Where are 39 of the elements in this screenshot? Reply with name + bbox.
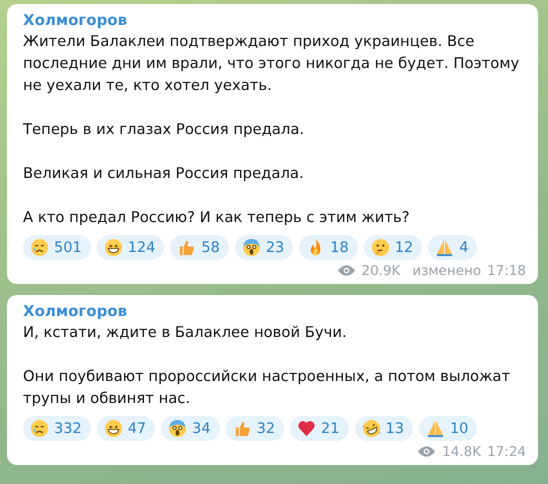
thumbs-up-icon [177, 238, 196, 257]
message-text: Великая и сильная Россия предала. [23, 164, 305, 184]
reaction-button[interactable]: 10 [418, 416, 478, 441]
crying-face-icon [30, 238, 49, 257]
message-text: Жители Балаклеи подтверждают приход украинцев. Все последние дни им врали, что этого никогда не будет. Поэтому не уехали те, кто хотел уехать. [23, 32, 520, 96]
message-text: А кто предал Россию? И как теперь с этим жить? [23, 208, 411, 228]
reaction-button[interactable]: 4 [428, 235, 478, 260]
screaming-face-icon [242, 238, 261, 257]
message-text: И, кстати, ждите в Балаклее новой Бучи. [23, 323, 348, 343]
reaction-button[interactable]: 58 [170, 235, 229, 260]
eye-icon [417, 445, 436, 458]
reaction-button[interactable]: 12 [364, 235, 422, 260]
heart-icon [297, 419, 316, 438]
view-count: 20.9K [362, 262, 400, 278]
thinking-face-icon [370, 238, 390, 257]
edited-label: изменено [412, 262, 482, 278]
grinning-face-icon [104, 419, 123, 438]
reaction-button[interactable]: 332 [23, 416, 91, 441]
message-time: 17:18 [487, 262, 526, 278]
crying-face-icon [30, 419, 49, 438]
author-name[interactable]: Холмогоров [23, 300, 526, 322]
reaction-button[interactable]: 47 [96, 416, 156, 441]
eye-icon [336, 264, 356, 277]
grinning-face-icon [104, 238, 123, 257]
reaction-button[interactable]: 23 [234, 235, 294, 260]
reaction-button[interactable]: 13 [354, 416, 413, 441]
view-count: 14.8K [442, 444, 482, 460]
reaction-button[interactable]: 124 [96, 235, 164, 260]
author-name[interactable]: Холмогоров [23, 9, 526, 31]
reaction-button[interactable]: 34 [161, 416, 220, 441]
reaction-button[interactable]: 21 [290, 416, 348, 441]
message-time: 17:24 [487, 444, 526, 460]
laughing-face-icon [362, 419, 380, 438]
message-text: Теперь в их глазах Россия предала. [23, 120, 306, 140]
reaction-button[interactable]: 501 [23, 235, 91, 260]
screaming-face-icon [168, 419, 188, 438]
reaction-button[interactable]: 32 [226, 416, 284, 441]
message-text: Они поубивают пророссийски настроенных, а потом выложат трупы и обвинят нас. [23, 367, 512, 409]
reaction-button[interactable]: 18 [299, 235, 358, 260]
